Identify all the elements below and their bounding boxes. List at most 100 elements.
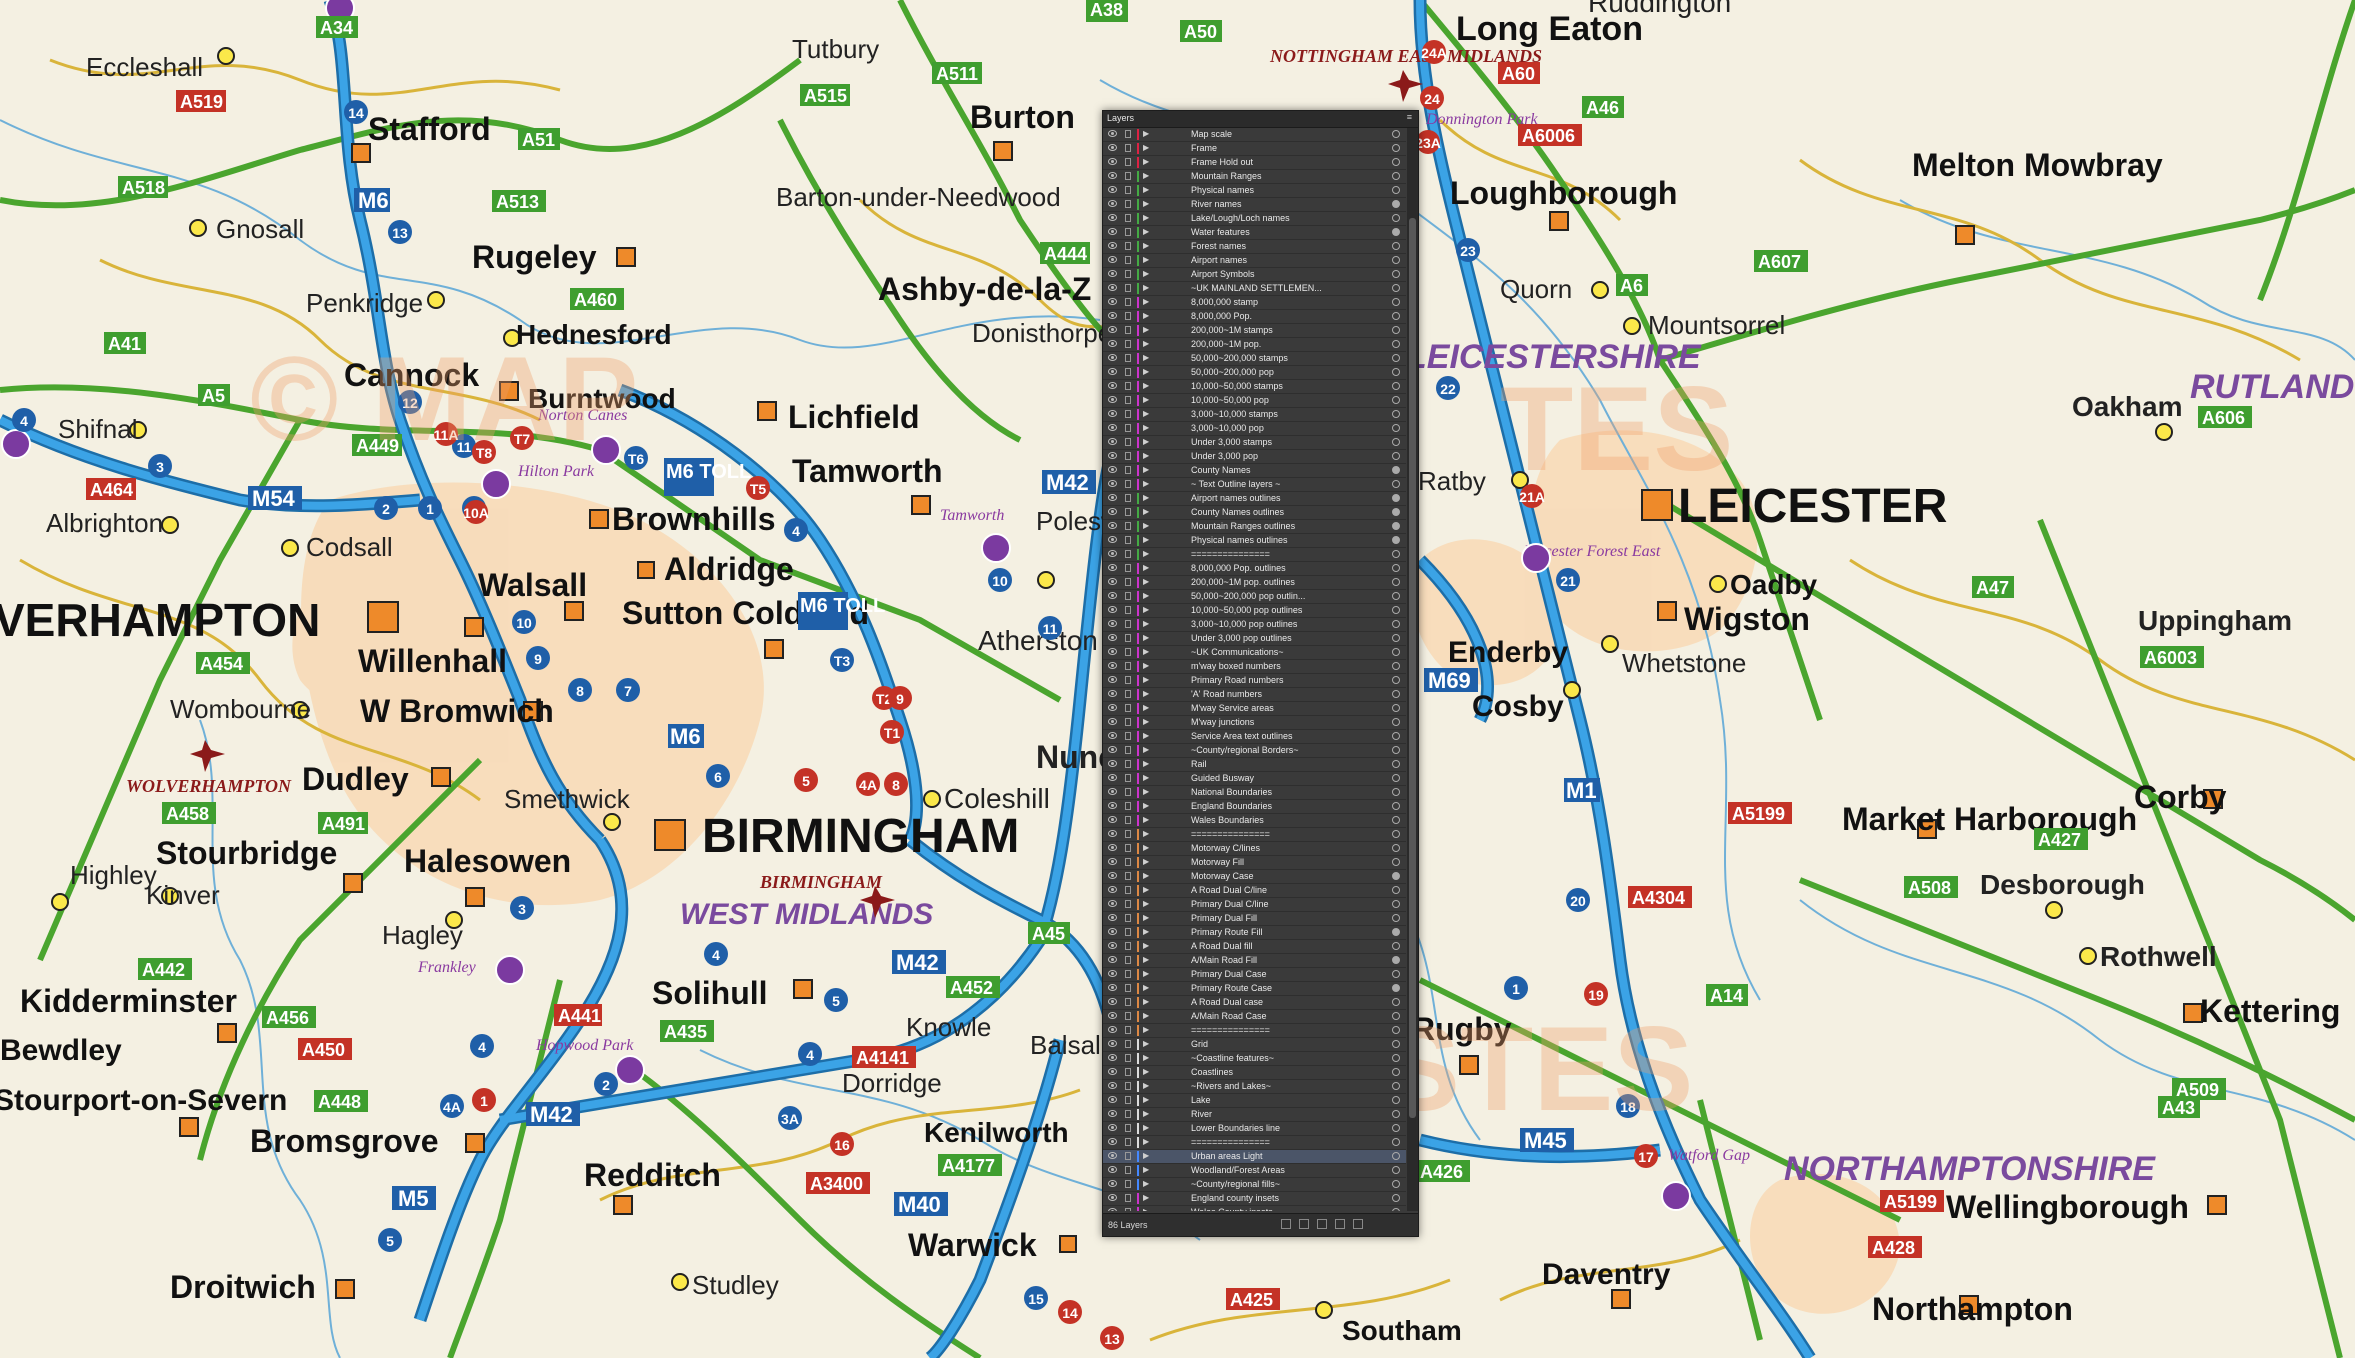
layer-row[interactable]: ▶ Frame Hold out <box>1103 156 1406 170</box>
lock-icon[interactable] <box>1125 970 1131 978</box>
layer-row[interactable]: ▶ Airport Symbols <box>1103 268 1406 282</box>
layer-name[interactable]: 3,000~10,000 stamps <box>1191 409 1278 419</box>
visibility-eye-icon[interactable] <box>1108 298 1117 305</box>
layer-row[interactable]: ▶ A Road Dual case <box>1103 996 1406 1010</box>
layer-row[interactable]: ▶ Motorway Fill <box>1103 856 1406 870</box>
layer-row[interactable]: ▶ ~County/regional Borders~ <box>1103 744 1406 758</box>
target-icon[interactable] <box>1392 1166 1400 1174</box>
layer-name[interactable]: 8,000,000 stamp <box>1191 297 1258 307</box>
lock-icon[interactable] <box>1125 1068 1131 1076</box>
lock-icon[interactable] <box>1125 354 1131 362</box>
target-icon[interactable] <box>1392 382 1400 390</box>
layer-row[interactable]: ▶ Primary Road numbers <box>1103 674 1406 688</box>
target-icon[interactable] <box>1392 760 1400 768</box>
expand-arrow-icon[interactable]: ▶ <box>1143 1151 1149 1160</box>
lock-icon[interactable] <box>1125 676 1131 684</box>
layer-row[interactable]: ▶ England county insets <box>1103 1192 1406 1206</box>
scrollbar-thumb[interactable] <box>1409 218 1416 1118</box>
layer-name[interactable]: 200,000~1M pop. outlines <box>1191 577 1295 587</box>
expand-arrow-icon[interactable]: ▶ <box>1143 1095 1149 1104</box>
layer-row[interactable]: ▶ =============== <box>1103 548 1406 562</box>
lock-icon[interactable] <box>1125 158 1131 166</box>
lock-icon[interactable] <box>1125 802 1131 810</box>
layer-row[interactable]: ▶ 3,000~10,000 pop outlines <box>1103 618 1406 632</box>
visibility-eye-icon[interactable] <box>1108 858 1117 865</box>
expand-arrow-icon[interactable]: ▶ <box>1143 1137 1149 1146</box>
visibility-eye-icon[interactable] <box>1108 340 1117 347</box>
layer-row[interactable]: ▶ Physical names outlines <box>1103 534 1406 548</box>
panel-menu-icon[interactable]: ≡ <box>1407 112 1412 122</box>
layer-row[interactable]: ▶ Grid <box>1103 1038 1406 1052</box>
lock-icon[interactable] <box>1125 844 1131 852</box>
expand-arrow-icon[interactable]: ▶ <box>1143 227 1149 236</box>
target-icon[interactable] <box>1392 312 1400 320</box>
target-icon[interactable] <box>1392 424 1400 432</box>
expand-arrow-icon[interactable]: ▶ <box>1143 367 1149 376</box>
lock-icon[interactable] <box>1125 732 1131 740</box>
visibility-eye-icon[interactable] <box>1108 172 1117 179</box>
visibility-eye-icon[interactable] <box>1108 158 1117 165</box>
locate-object-icon[interactable] <box>1281 1219 1291 1229</box>
layer-name[interactable]: A/Main Road Case <box>1191 1011 1267 1021</box>
visibility-eye-icon[interactable] <box>1108 844 1117 851</box>
visibility-eye-icon[interactable] <box>1108 382 1117 389</box>
layer-name[interactable]: Primary Dual Case <box>1191 969 1267 979</box>
expand-arrow-icon[interactable]: ▶ <box>1143 997 1149 1006</box>
layer-name[interactable]: 200,000~1M pop. <box>1191 339 1261 349</box>
target-icon[interactable] <box>1392 802 1400 810</box>
layer-row[interactable]: ▶ 3,000~10,000 pop <box>1103 422 1406 436</box>
target-icon[interactable] <box>1392 186 1400 194</box>
visibility-eye-icon[interactable] <box>1108 214 1117 221</box>
lock-icon[interactable] <box>1125 396 1131 404</box>
target-icon[interactable] <box>1392 200 1400 208</box>
lock-icon[interactable] <box>1125 956 1131 964</box>
visibility-eye-icon[interactable] <box>1108 592 1117 599</box>
layer-name[interactable]: Wales Boundaries <box>1191 815 1264 825</box>
lock-icon[interactable] <box>1125 1040 1131 1048</box>
layers-scrollbar[interactable] <box>1407 128 1418 1211</box>
layer-name[interactable]: =============== <box>1191 549 1270 559</box>
lock-icon[interactable] <box>1125 186 1131 194</box>
visibility-eye-icon[interactable] <box>1108 1166 1117 1173</box>
expand-arrow-icon[interactable]: ▶ <box>1143 913 1149 922</box>
visibility-eye-icon[interactable] <box>1108 564 1117 571</box>
lock-icon[interactable] <box>1125 214 1131 222</box>
target-icon[interactable] <box>1392 466 1400 474</box>
layer-name[interactable]: Physical names <box>1191 185 1254 195</box>
expand-arrow-icon[interactable]: ▶ <box>1143 689 1149 698</box>
visibility-eye-icon[interactable] <box>1108 900 1117 907</box>
target-icon[interactable] <box>1392 998 1400 1006</box>
visibility-eye-icon[interactable] <box>1108 704 1117 711</box>
lock-icon[interactable] <box>1125 256 1131 264</box>
layer-row[interactable]: ▶ Lake <box>1103 1094 1406 1108</box>
visibility-eye-icon[interactable] <box>1108 634 1117 641</box>
layer-row[interactable]: ▶ Primary Dual C/line <box>1103 898 1406 912</box>
layer-name[interactable]: ~Rivers and Lakes~ <box>1191 1081 1271 1091</box>
lock-icon[interactable] <box>1125 1012 1131 1020</box>
layers-panel-titlebar[interactable]: Layers ≡ <box>1103 111 1418 128</box>
target-icon[interactable] <box>1392 1138 1400 1146</box>
layer-row[interactable]: ▶ ~Rivers and Lakes~ <box>1103 1080 1406 1094</box>
target-icon[interactable] <box>1392 844 1400 852</box>
layer-name[interactable]: Urban areas Light <box>1191 1151 1263 1161</box>
expand-arrow-icon[interactable]: ▶ <box>1143 213 1149 222</box>
lock-icon[interactable] <box>1125 466 1131 474</box>
lock-icon[interactable] <box>1125 1054 1131 1062</box>
layer-name[interactable]: Guided Busway <box>1191 773 1254 783</box>
target-icon[interactable] <box>1392 970 1400 978</box>
target-icon[interactable] <box>1392 354 1400 362</box>
layer-name[interactable]: Mountain Ranges outlines <box>1191 521 1295 531</box>
target-icon[interactable] <box>1392 1082 1400 1090</box>
target-icon[interactable] <box>1392 130 1400 138</box>
target-icon[interactable] <box>1392 368 1400 376</box>
lock-icon[interactable] <box>1125 1026 1131 1034</box>
visibility-eye-icon[interactable] <box>1108 676 1117 683</box>
lock-icon[interactable] <box>1125 494 1131 502</box>
layer-row[interactable]: ▶ Airport names <box>1103 254 1406 268</box>
lock-icon[interactable] <box>1125 816 1131 824</box>
expand-arrow-icon[interactable]: ▶ <box>1143 1039 1149 1048</box>
lock-icon[interactable] <box>1125 564 1131 572</box>
layer-row[interactable]: ▶ =============== <box>1103 1136 1406 1150</box>
layer-name[interactable]: ~County/regional Borders~ <box>1191 745 1299 755</box>
layer-row[interactable]: ▶ ~ Text Outline layers ~ <box>1103 478 1406 492</box>
